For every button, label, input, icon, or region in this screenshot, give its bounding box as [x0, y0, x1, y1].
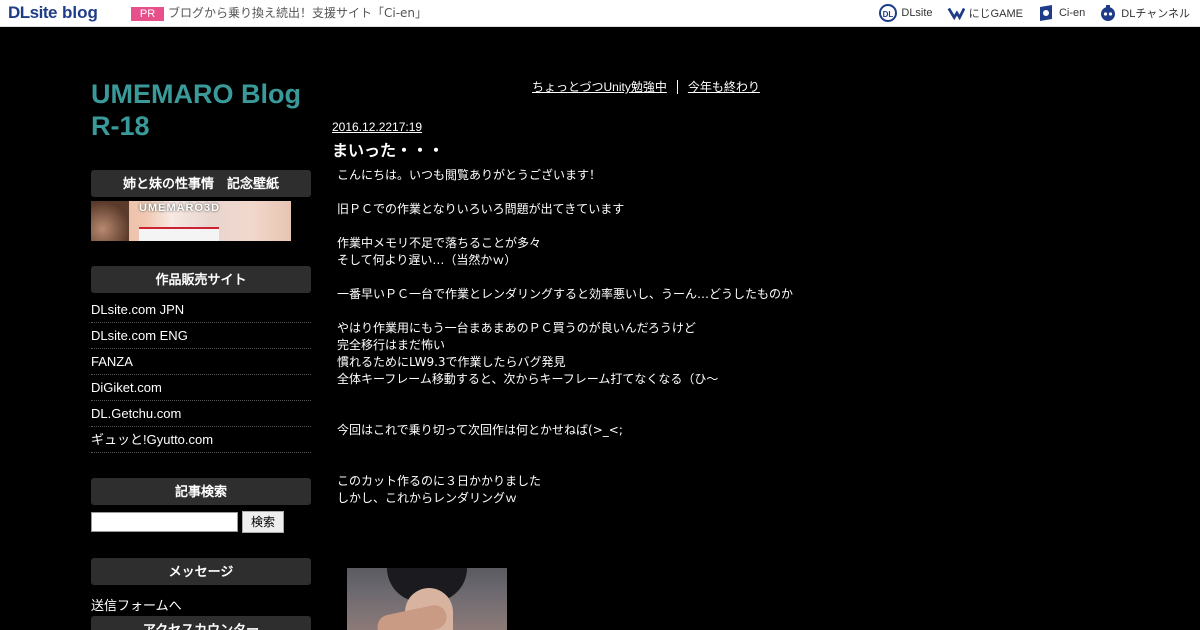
post-line	[337, 303, 1177, 320]
pr-badge: PR	[131, 7, 164, 21]
post-title: まいった・・・	[332, 141, 445, 160]
post-line: 旧ＰＣでの作業となりいろいろ問題が出てきています	[337, 202, 625, 216]
counter-widget-head: アクセスカウンター	[91, 616, 311, 630]
sales-link-dlsite-eng[interactable]: DLsite.com ENG	[91, 323, 311, 349]
dlsite-link[interactable]: DL DLsite	[879, 4, 933, 22]
ci-en-link[interactable]: Ci-en	[1037, 4, 1085, 22]
pager-divider	[676, 79, 678, 94]
search-form: 検索	[91, 511, 311, 533]
sales-link-digiket[interactable]: DiGiket.com	[91, 375, 311, 401]
top-bar: DLsite blog PR ブログから乗り換え続出！支援サイト「Ci-en」 …	[0, 0, 1200, 27]
wallpaper-banner[interactable]: UMEMARO3D	[91, 201, 291, 241]
svg-text:DL: DL	[883, 10, 894, 19]
post-line	[337, 456, 1177, 473]
post-line	[337, 405, 1177, 422]
post-line	[337, 388, 1177, 405]
search-widget-head: 記事検索	[91, 478, 311, 505]
banner-text: UMEMARO3D	[139, 202, 221, 214]
post-line	[337, 269, 1177, 286]
post-line: 一番早いＰＣ一台で作業とレンダリングすると効率悪いし、うーん…どうしたものか	[337, 287, 794, 301]
post-line: 作業中メモリ不足で落ちることが多々	[337, 236, 542, 250]
post-line: そして何より遅い…（当然かｗ）	[337, 253, 517, 267]
search-input[interactable]	[91, 512, 238, 532]
ci-en-link-label: Ci-en	[1058, 7, 1086, 19]
post-line: 慣れるためにLW9.3で作業したらバグ発見	[337, 355, 566, 369]
post-image[interactable]	[347, 568, 507, 630]
service-links: DL DLsite にじGAME Ci-en DLチャンネル	[865, 4, 1190, 22]
dlsite-blog-logo[interactable]: DLsite blog	[8, 3, 98, 23]
next-post-link[interactable]: 今年も終わり	[688, 78, 760, 95]
nijigame-icon	[947, 4, 965, 22]
dlchannel-link-label: DLチャンネル	[1121, 8, 1190, 20]
post-line: 全体キーフレーム移動すると、次からキーフレーム打てなくなる（ひ～	[337, 372, 719, 386]
post-line	[337, 218, 1177, 235]
message-widget-head: メッセージ	[91, 558, 311, 585]
logo-blog-text: blog	[61, 3, 98, 22]
post-line: しかし、これからレンダリングｗ	[337, 491, 518, 505]
ci-en-icon	[1037, 4, 1055, 22]
post-line	[337, 184, 1177, 201]
post-line	[337, 439, 1177, 456]
wallpaper-widget-head: 姉と妹の性事情 記念壁紙	[91, 170, 311, 197]
post-line: 完全移行はまだ怖い	[337, 338, 446, 352]
blog-title[interactable]: UMEMARO Blog R-18	[91, 78, 311, 142]
sales-link-fanza[interactable]: FANZA	[91, 349, 311, 375]
pr-link[interactable]: ブログから乗り換え続出！支援サイト「Ci-en」	[168, 5, 427, 21]
message-form-link[interactable]: 送信フォームへ	[91, 595, 311, 614]
banner-uniform	[139, 227, 219, 241]
sales-link-dlsite-jpn[interactable]: DLsite.com JPN	[91, 297, 311, 323]
dlchannel-icon	[1099, 4, 1117, 22]
sales-link-list: DLsite.com JPN DLsite.com ENG FANZA DiGi…	[91, 297, 311, 453]
dlsite-icon: DL	[879, 4, 898, 22]
banner-figure	[91, 201, 129, 241]
logo-dlsite-text: DLsite	[8, 3, 57, 22]
post-pager: ちょっとづつUnity勉強中 今年も終わり	[532, 78, 760, 95]
post-line: 今回はこれで乗り切って次回作は何とかせねば(>_<;	[337, 423, 623, 437]
dlchannel-link[interactable]: DLチャンネル	[1099, 4, 1190, 22]
sales-link-getchu[interactable]: DL.Getchu.com	[91, 401, 311, 427]
sidebar: UMEMARO Blog R-18 姉と妹の性事情 記念壁紙 UMEMARO3D…	[91, 78, 311, 630]
nijigame-link[interactable]: にじGAME	[947, 4, 1023, 22]
search-button[interactable]: 検索	[242, 511, 284, 533]
sales-link-gyutto[interactable]: ギュッと!Gyutto.com	[91, 427, 311, 453]
post-line: こんにちは。いつも閲覧ありがとうございます！	[337, 168, 602, 182]
prev-post-link[interactable]: ちょっとづつUnity勉強中	[532, 78, 667, 95]
nijigame-link-label: にじGAME	[968, 8, 1023, 20]
dlsite-link-label: DLsite	[901, 7, 933, 19]
sales-widget-head: 作品販売サイト	[91, 266, 311, 293]
post-body: こんにちは。いつも閲覧ありがとうございます！ 旧ＰＣでの作業となりいろいろ問題が出…	[337, 167, 1177, 507]
post-line: やはり作業用にもう一台まあまあのＰＣ買うのが良いんだろうけど	[337, 321, 696, 335]
post-line: このカット作るのに３日かかりました	[337, 474, 542, 488]
post-date[interactable]: 2016.12.2217:19	[332, 120, 422, 134]
